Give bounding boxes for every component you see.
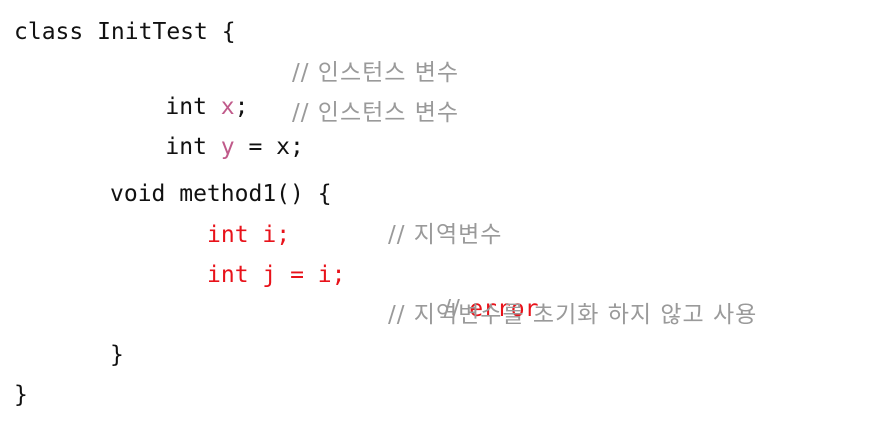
assignment-expression: = x; <box>234 134 304 160</box>
int-keyword: int <box>165 134 221 160</box>
field-x-line: int x; <box>110 56 248 120</box>
local-var-j-line: int j = i; <box>207 262 346 288</box>
field-y-line: int y = x; <box>110 96 304 160</box>
method-declaration-line: void method1() { <box>110 181 332 207</box>
local-var-i-line: int i; <box>207 222 291 248</box>
field-x-comment: // 인스턴스 변수 <box>292 60 460 86</box>
class-closing-brace: } <box>14 382 28 408</box>
local-var-comment: // 지역변수 <box>388 222 503 248</box>
error-comment: // error <box>388 258 538 322</box>
uninitialized-usage-comment: // 지역변수를 초기화 하지 않고 사용 <box>388 302 758 328</box>
class-declaration-line: class InitTest { <box>14 19 236 45</box>
code-snippet: class InitTest { int x; // 인스턴스 변수 int y… <box>0 0 894 429</box>
method-closing-brace: } <box>110 342 124 368</box>
field-y-name: y <box>220 134 235 160</box>
field-y-comment: // 인스턴스 변수 <box>292 100 460 126</box>
